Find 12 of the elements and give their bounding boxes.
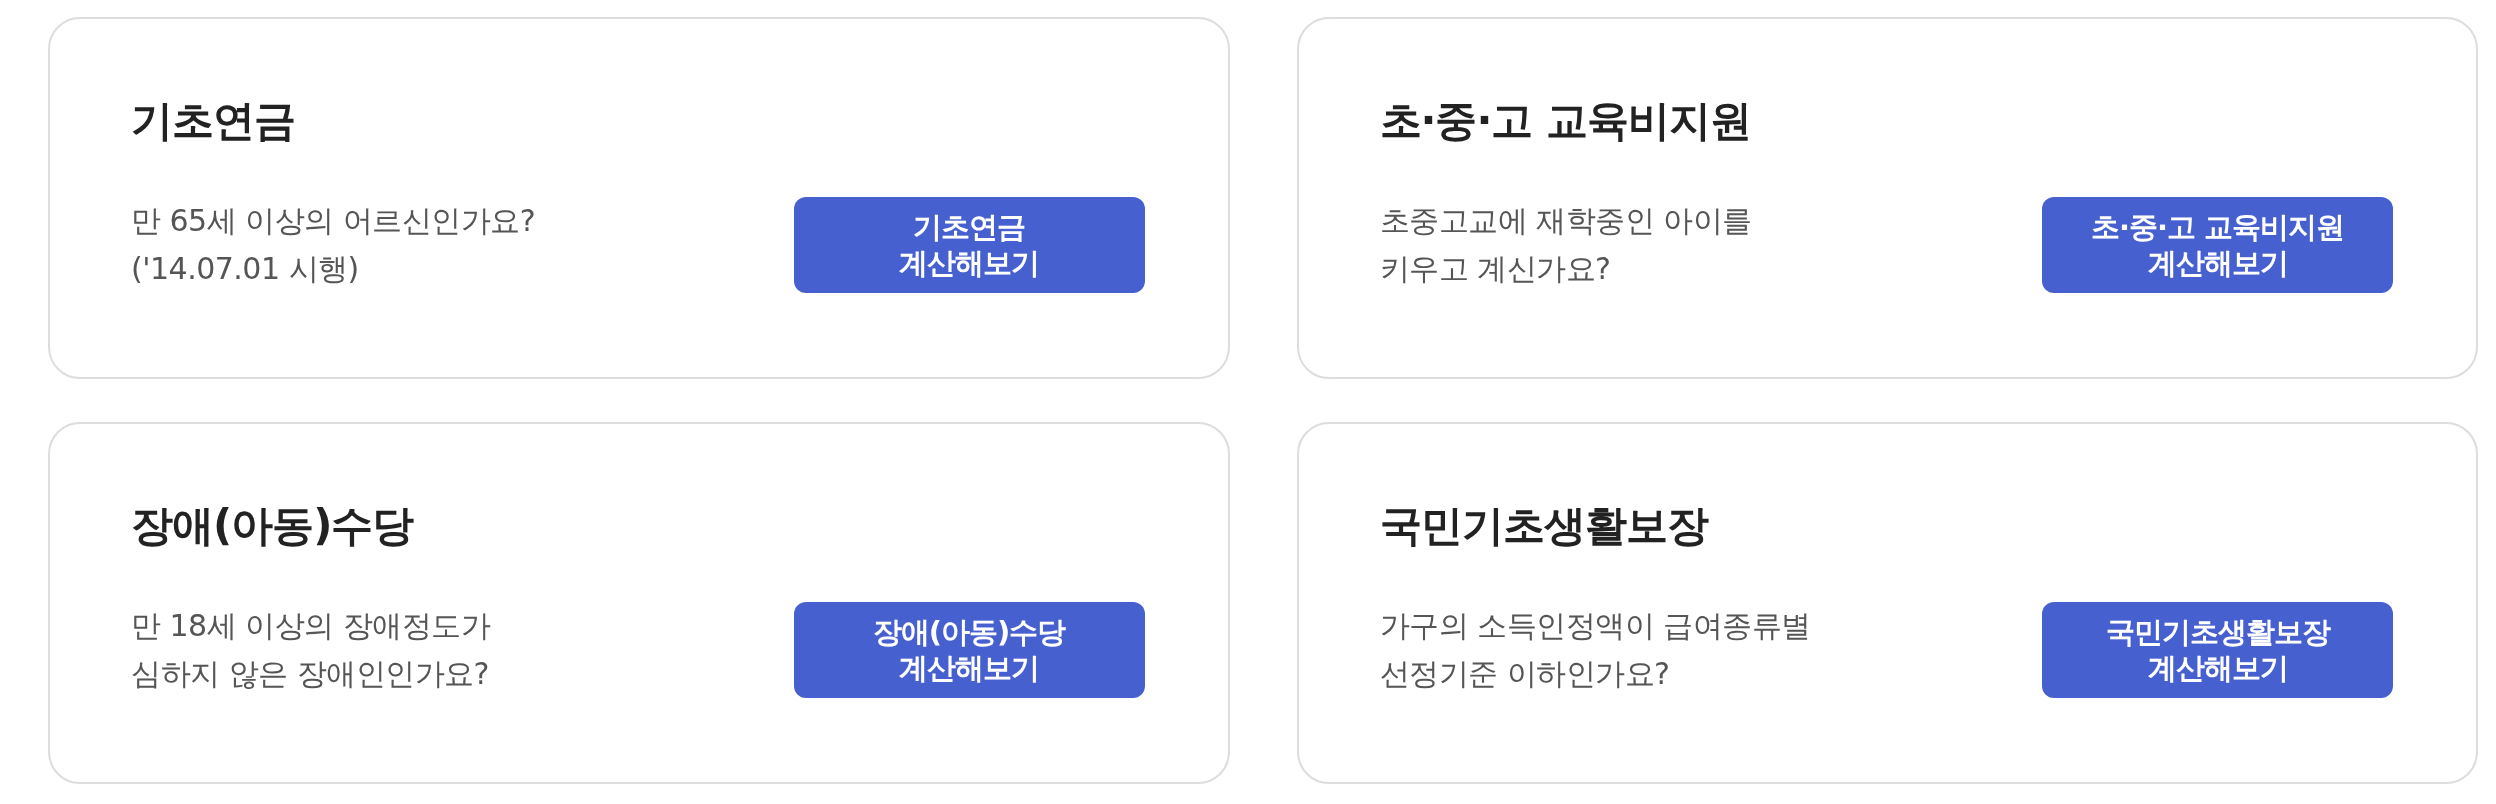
calculate-button[interactable]: 기초연금 계산해보기 [793, 197, 1145, 293]
card-title: 초·중·고 교육비지원 [1379, 95, 1753, 147]
card-description: 만 18세 이상의 장애정도가 심하지 않은 장애인인가요? [131, 607, 491, 693]
card-title: 기초연금 [131, 95, 296, 147]
calculate-button[interactable]: 초·중·고 교육비지원 계산해보기 [2042, 197, 2393, 293]
calculate-button[interactable]: 국민기초생활보장 계산해보기 [2042, 602, 2393, 698]
card-description: 만 65세 이상의 어르신인가요? ('14.07.01 시행) [131, 202, 536, 288]
card-title: 장애(아동)수당 [131, 500, 415, 552]
card-description: 초중고교에 재학중인 아이를 키우고 계신가요? [1379, 202, 1752, 288]
calculate-button[interactable]: 장애(아동)수당 계산해보기 [793, 602, 1145, 698]
card-description: 가구의 소득인정액이 급여종류별 선정기준 이하인가요? [1379, 607, 1811, 693]
card-title: 국민기초생활보장 [1379, 500, 1709, 552]
